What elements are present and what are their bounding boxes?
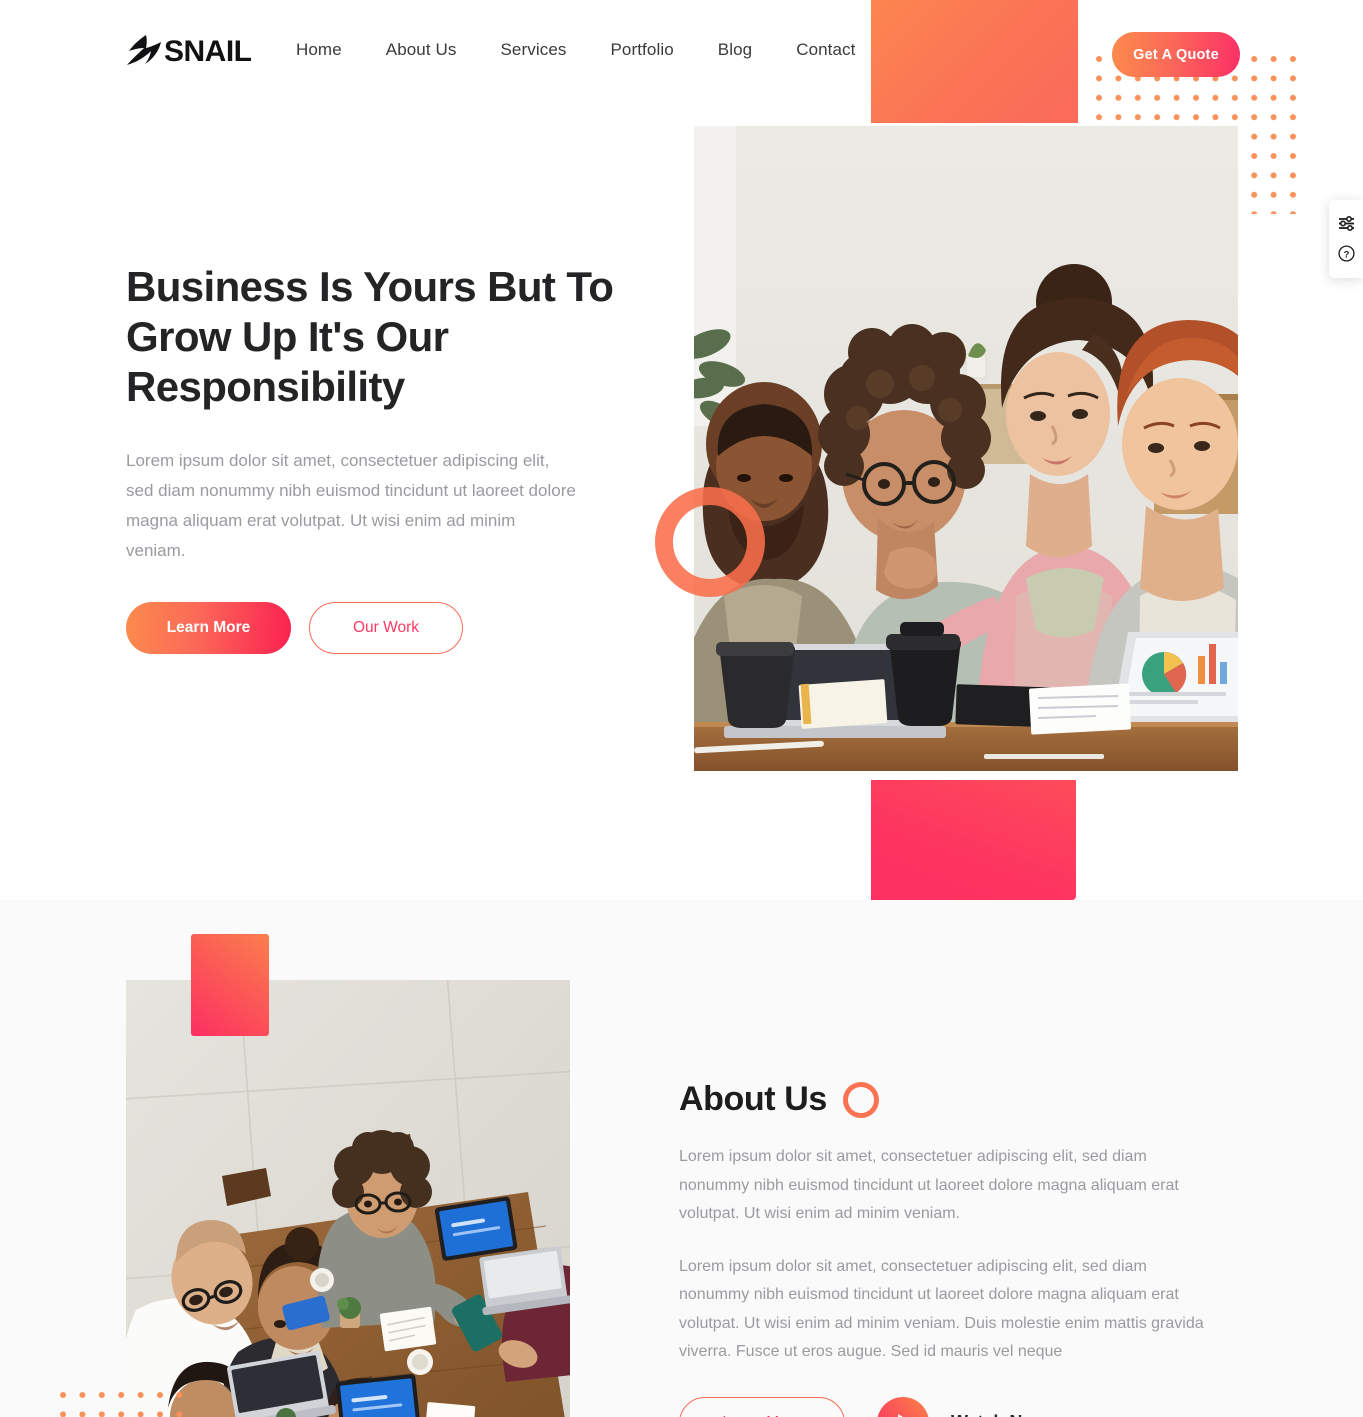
- decorative-dot-grid-about: [60, 1392, 185, 1417]
- about-learn-more-button[interactable]: Learn More: [679, 1396, 845, 1417]
- circle-outline-icon: [842, 1081, 879, 1118]
- nav-item-services[interactable]: Services: [478, 40, 588, 60]
- about-photo: [126, 980, 570, 1417]
- nav-item-blog[interactable]: Blog: [696, 40, 774, 60]
- decorative-about-square: [191, 934, 269, 1036]
- get-a-quote-button[interactable]: Get A Quote: [1112, 32, 1240, 77]
- bird-swoosh-icon: [127, 35, 161, 65]
- svg-text:?: ?: [1343, 249, 1349, 260]
- about-title: About Us: [679, 1080, 827, 1118]
- hero-photo: [694, 126, 1238, 771]
- site-header: SNAIL Home About Us Services Portfolio B…: [0, 0, 1363, 108]
- about-action-row: Learn More Watch Now: [679, 1396, 1219, 1417]
- side-widget-panel: ?: [1329, 200, 1363, 278]
- watch-now-control[interactable]: Watch Now: [877, 1396, 1047, 1417]
- about-section: About Us Lorem ipsum dolor sit amet, con…: [0, 900, 1363, 1417]
- landing-page: SNAIL Home About Us Services Portfolio B…: [0, 0, 1363, 1417]
- hero-subtitle: Lorem ipsum dolor sit amet, consectetuer…: [126, 451, 576, 560]
- hero-button-group: Learn More Our Work: [126, 602, 626, 654]
- hero-title: Business Is Yours But To Grow Up It's Ou…: [126, 263, 614, 410]
- logo[interactable]: SNAIL: [126, 33, 252, 71]
- nav-item-contact[interactable]: Contact: [774, 40, 877, 60]
- nav-item-home[interactable]: Home: [296, 40, 364, 60]
- sliders-icon[interactable]: [1338, 216, 1355, 231]
- about-paragraph-1: Lorem ipsum dolor sit amet, consectetuer…: [679, 1148, 1179, 1222]
- about-paragraph-2: Lorem ipsum dolor sit amet, consectetuer…: [679, 1257, 1204, 1361]
- hero-content: Business Is Yours But To Grow Up It's Ou…: [126, 262, 626, 654]
- nav-item-portfolio[interactable]: Portfolio: [588, 40, 695, 60]
- hero-section: SNAIL Home About Us Services Portfolio B…: [0, 0, 1363, 900]
- play-icon[interactable]: [877, 1396, 929, 1417]
- decorative-orange-ring: [655, 487, 765, 597]
- watch-now-label: Watch Now: [951, 1412, 1047, 1417]
- hero-learn-more-button[interactable]: Learn More: [126, 602, 291, 654]
- about-content: About Us Lorem ipsum dolor sit amet, con…: [679, 1080, 1219, 1417]
- hero-our-work-button[interactable]: Our Work: [309, 602, 463, 654]
- main-navigation: Home About Us Services Portfolio Blog Co…: [296, 40, 877, 60]
- about-heading-row: About Us: [679, 1080, 1219, 1119]
- question-mark-circle-icon[interactable]: ?: [1337, 245, 1355, 262]
- nav-item-about-us[interactable]: About Us: [364, 40, 479, 60]
- logo-text: SNAIL: [164, 35, 252, 68]
- decorative-red-square: [871, 780, 1076, 900]
